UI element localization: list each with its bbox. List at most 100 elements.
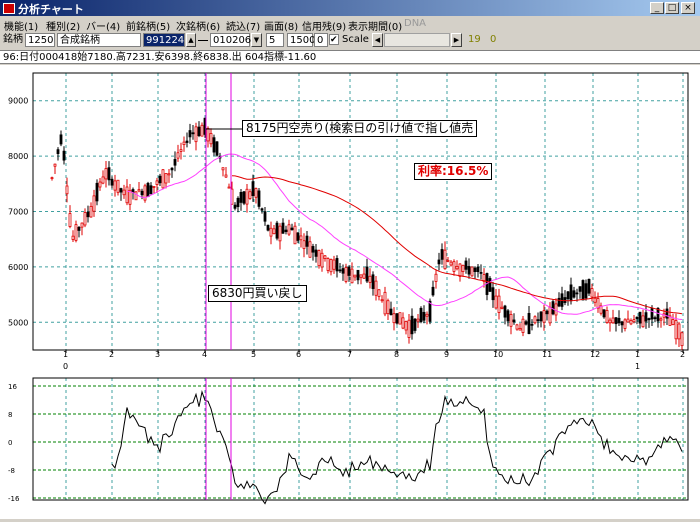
candle-body <box>446 259 450 262</box>
candle-body <box>644 312 648 322</box>
menu-type[interactable]: 種別(2) <box>46 18 80 33</box>
candle-body <box>206 128 210 142</box>
candle-body <box>671 319 675 325</box>
candle-body <box>647 318 651 321</box>
candle-body <box>413 318 417 331</box>
month-label: 1 <box>63 350 68 359</box>
candle-body <box>515 324 519 330</box>
candle-body <box>131 189 135 193</box>
candle-body <box>125 186 129 204</box>
candle-body <box>290 227 294 231</box>
indicator-axis-label: 8 <box>8 411 12 419</box>
menu-margin[interactable]: 信用残(9) <box>302 18 346 33</box>
candle-body <box>677 323 681 340</box>
candle-body <box>593 297 597 303</box>
dropdown-arrow-icon[interactable]: ▼ <box>251 33 262 47</box>
candle-body <box>674 320 678 340</box>
candle-body <box>392 313 396 324</box>
candle-body <box>467 266 471 275</box>
candle-body <box>197 126 201 137</box>
candle-body <box>191 132 195 135</box>
stock-code-field[interactable]: 1250 <box>25 33 55 47</box>
bars-field[interactable]: 1500 <box>287 33 315 47</box>
candle-body <box>149 185 153 194</box>
candle-body <box>602 309 606 318</box>
candle-body <box>212 137 216 153</box>
menu-bar-type[interactable]: バー(4) <box>86 18 120 33</box>
offset-field[interactable]: 0 <box>314 33 328 47</box>
menu-function[interactable]: 機能(1) <box>4 18 38 33</box>
candle-body <box>518 327 522 331</box>
candle-body <box>503 305 507 318</box>
candle-body <box>320 252 324 268</box>
dash-separator <box>198 40 208 41</box>
candle-body <box>158 175 162 184</box>
chart-area: 9000 8000 7000 6000 5000 1 2 3 4 5 6 7 8 9 10 11 12 1 2 0 1 1… <box>0 65 700 519</box>
scroll-left-icon[interactable]: ◀ <box>372 33 383 47</box>
candle-body <box>302 240 306 249</box>
candle-body <box>386 300 390 315</box>
candle-body <box>530 323 534 326</box>
month-label: 5 <box>251 350 256 359</box>
scroll-track[interactable] <box>384 33 450 47</box>
candle-body <box>179 149 183 152</box>
candle-body <box>239 192 243 203</box>
candle-body <box>620 321 624 326</box>
candle-body <box>59 134 63 145</box>
count-19: 19 <box>468 34 481 45</box>
candle-body <box>134 191 138 201</box>
title-bar: 分析チャート _ □ × <box>0 0 700 16</box>
candle-body <box>416 318 420 322</box>
stock-name-field[interactable]: 合成銘柄 <box>57 33 141 47</box>
candle-body <box>104 168 108 180</box>
candle-body <box>50 177 54 180</box>
candle-body <box>539 311 543 322</box>
indicator-axis-label: 16 <box>8 383 17 391</box>
menu-load[interactable]: 読込(7) <box>226 18 260 33</box>
candle-body <box>608 319 612 324</box>
scale-checkbox[interactable]: ✔ <box>329 34 339 45</box>
candle-body <box>581 280 585 301</box>
candle-body <box>632 319 636 323</box>
candle-body <box>428 300 432 322</box>
candle-body <box>152 186 156 188</box>
month-label: 2 <box>680 350 685 359</box>
candle-body <box>170 167 174 171</box>
minimize-button[interactable]: _ <box>650 2 664 14</box>
candle-body <box>536 319 540 322</box>
candle-body <box>281 222 285 234</box>
candle-body <box>167 173 171 176</box>
candle-body <box>245 188 249 205</box>
menu-screen[interactable]: 画面(8) <box>264 18 298 33</box>
candle-body <box>119 188 123 193</box>
candle-body <box>224 174 228 178</box>
candle-body <box>62 150 66 161</box>
start-date-field[interactable]: 991224 <box>143 33 185 47</box>
candle-body <box>404 321 408 331</box>
candle-body <box>356 269 360 281</box>
menu-prev-stock[interactable]: 前銘柄(5) <box>126 18 170 33</box>
period-field[interactable]: 5 <box>266 33 284 47</box>
candle-body <box>353 274 357 278</box>
scroll-right-icon[interactable]: ▶ <box>451 33 462 47</box>
candle-body <box>92 195 96 212</box>
menu-next-stock[interactable]: 次銘柄(6) <box>176 18 220 33</box>
code-label: 銘柄 <box>3 34 23 45</box>
menu-bar: 機能(1) 種別(2) バー(4) 前銘柄(5) 次銘柄(6) 読込(7) 画面… <box>0 16 700 33</box>
candle-body <box>164 173 168 184</box>
candlesticks <box>50 117 684 351</box>
year-label: 0 <box>63 362 68 371</box>
candle-body <box>449 261 453 266</box>
candle-body <box>287 224 291 235</box>
close-button[interactable]: × <box>681 2 695 14</box>
spin-updown-icon[interactable]: ▲ <box>186 33 196 47</box>
candle-body <box>299 235 303 241</box>
candle-body <box>362 273 366 279</box>
end-date-field[interactable]: 010206 <box>210 33 251 47</box>
candle-body <box>455 265 459 270</box>
menu-display-period[interactable]: 表示期間(0) <box>348 18 402 33</box>
scale-label: Scale <box>342 34 369 45</box>
maximize-button[interactable]: □ <box>665 2 679 14</box>
candle-body <box>272 228 276 235</box>
candle-body <box>461 264 465 272</box>
